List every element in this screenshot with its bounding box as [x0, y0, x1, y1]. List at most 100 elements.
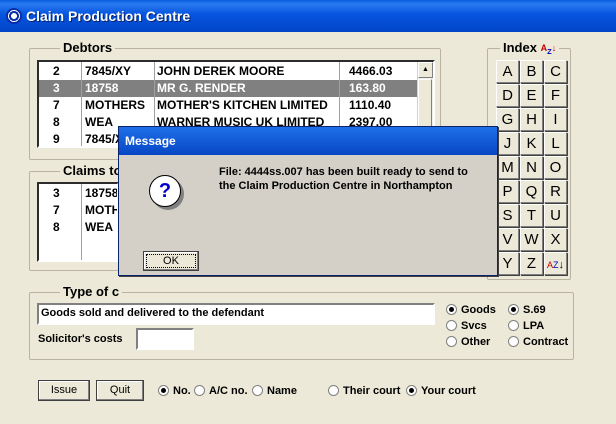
radio-button[interactable] [194, 385, 205, 396]
dialog-title-bar[interactable]: Message [119, 127, 497, 155]
radio-option[interactable]: Goods [446, 304, 496, 318]
ok-button[interactable]: OK [143, 251, 199, 271]
index-letter-button[interactable]: U [544, 204, 567, 227]
radio-option[interactable]: Svcs [446, 320, 487, 334]
radio-button[interactable] [406, 385, 417, 396]
scroll-up-button[interactable]: ▲ [418, 62, 433, 78]
question-icon: ? [149, 175, 181, 207]
index-letter-button[interactable]: K [520, 132, 543, 155]
claims-list[interactable]: 3 18758 7 MOTH 8 WEA [37, 182, 119, 262]
index-letter-button[interactable]: L [544, 132, 567, 155]
radio-option[interactable]: Your court [406, 385, 476, 399]
radio-button[interactable] [328, 385, 339, 396]
radio-button[interactable] [508, 336, 519, 347]
radio-option[interactable]: Contract [508, 336, 568, 350]
radio-label: LPA [523, 320, 545, 332]
radio-option[interactable]: A/C no. [194, 385, 248, 399]
cell-name: JOHN DEREK MOORE [157, 64, 285, 78]
solicitor-costs-input[interactable] [136, 328, 194, 350]
radio-button[interactable] [252, 385, 263, 396]
radio-option[interactable]: Name [252, 385, 297, 399]
issue-button[interactable]: Issue [38, 380, 90, 401]
index-letter-button[interactable]: H [520, 108, 543, 131]
index-letter-button[interactable]: N [520, 156, 543, 179]
cell-no: 8 [53, 115, 60, 129]
radio-label: A/C no. [209, 385, 248, 397]
quit-button[interactable]: Quit [96, 380, 144, 401]
cell-ac: 7845/XY [85, 64, 132, 78]
index-letter-button[interactable]: I [544, 108, 567, 131]
cell-no: 9 [53, 132, 60, 146]
index-letter-button[interactable]: J [496, 132, 519, 155]
radio-button[interactable] [158, 385, 169, 396]
radio-label: No. [173, 385, 191, 397]
index-letter-button[interactable]: C [544, 60, 567, 83]
list-item[interactable]: 3 18758 [39, 185, 117, 202]
radio-label: Goods [461, 304, 496, 316]
index-letter-button[interactable]: M [496, 156, 519, 179]
radio-label: Contract [523, 336, 569, 348]
cell-no: 3 [53, 81, 60, 95]
type-of-claim-legend: Type of c [60, 284, 123, 299]
cell-no: 7 [53, 98, 60, 112]
cell-amount: 1110.40 [349, 98, 392, 112]
cell-ac: WEA [85, 220, 113, 234]
radio-button[interactable] [508, 320, 519, 331]
index-legend: Index AZ↓ [500, 40, 560, 56]
table-row[interactable]: 7 MOTHERS MOTHER'S KITCHEN LIMITED 1110.40 [39, 97, 417, 114]
table-row[interactable]: 2 7845/XY JOHN DEREK MOORE 4466.03 [39, 63, 417, 80]
radio-option[interactable]: No. [158, 385, 191, 399]
radio-button[interactable] [446, 304, 457, 315]
index-letter-button[interactable]: E [520, 84, 543, 107]
list-item[interactable]: 7 MOTH [39, 202, 117, 219]
radio-label: Svcs [461, 320, 487, 332]
scroll-thumb[interactable] [418, 79, 432, 129]
index-letter-button[interactable]: Q [520, 180, 543, 203]
index-letter-button[interactable]: F [544, 84, 567, 107]
solicitor-costs-label: Solicitor's costs [38, 333, 123, 345]
radio-label: Their court [343, 385, 401, 397]
radio-button[interactable] [508, 304, 519, 315]
index-letter-button[interactable]: X [544, 228, 567, 251]
cell-no: 3 [53, 186, 60, 200]
cell-amount: 163.80 [349, 81, 386, 95]
radio-button[interactable] [446, 320, 457, 331]
radio-option[interactable]: Their court [328, 385, 400, 399]
radio-label: Other [461, 336, 491, 348]
list-item[interactable]: 8 WEA [39, 219, 117, 236]
index-letter-button[interactable]: O [544, 156, 567, 179]
index-letter-button[interactable]: W [520, 228, 543, 251]
index-label: Index [503, 40, 537, 55]
index-letter-button[interactable]: P [496, 180, 519, 203]
cell-name: MOTHER'S KITCHEN LIMITED [157, 98, 328, 112]
index-letter-button[interactable]: Y [496, 252, 519, 275]
index-letter-button[interactable]: G [496, 108, 519, 131]
cell-ac: MOTHERS [85, 98, 145, 112]
index-letter-button[interactable]: R [544, 180, 567, 203]
cell-name: MR G. RENDER [157, 81, 246, 95]
cell-ac: WEA [85, 115, 113, 129]
app-icon [6, 8, 22, 24]
title-bar[interactable]: Claim Production Centre [0, 0, 616, 32]
radio-option[interactable]: S.69 [508, 304, 546, 318]
sort-az-icon[interactable]: AZ↓ [544, 252, 567, 275]
index-letter-button[interactable]: B [520, 60, 543, 83]
index-grid: A B C D E F G H I J K L M N O P Q R S T U V W X Y Z AZ↓ [496, 60, 568, 276]
index-letter-button[interactable]: V [496, 228, 519, 251]
index-letter-button[interactable]: T [520, 204, 543, 227]
index-letter-button[interactable]: S [496, 204, 519, 227]
radio-label: Your court [421, 385, 476, 397]
claim-description-input[interactable]: Goods sold and delivered to the defendan… [37, 303, 435, 325]
dialog-title: Message [125, 134, 176, 148]
index-letter-button[interactable]: Z [520, 252, 543, 275]
table-row[interactable]: 3 18758 MR G. RENDER 163.80 [39, 80, 417, 97]
index-letter-button[interactable]: D [496, 84, 519, 107]
cell-no: 8 [53, 220, 60, 234]
cell-ac: 18758 [85, 186, 119, 200]
debtors-legend: Debtors [60, 40, 116, 55]
radio-option[interactable]: LPA [508, 320, 544, 334]
radio-button[interactable] [446, 336, 457, 347]
index-letter-button[interactable]: A [496, 60, 519, 83]
sort-az-icon: AZ↓ [540, 43, 557, 56]
radio-option[interactable]: Other [446, 336, 490, 350]
